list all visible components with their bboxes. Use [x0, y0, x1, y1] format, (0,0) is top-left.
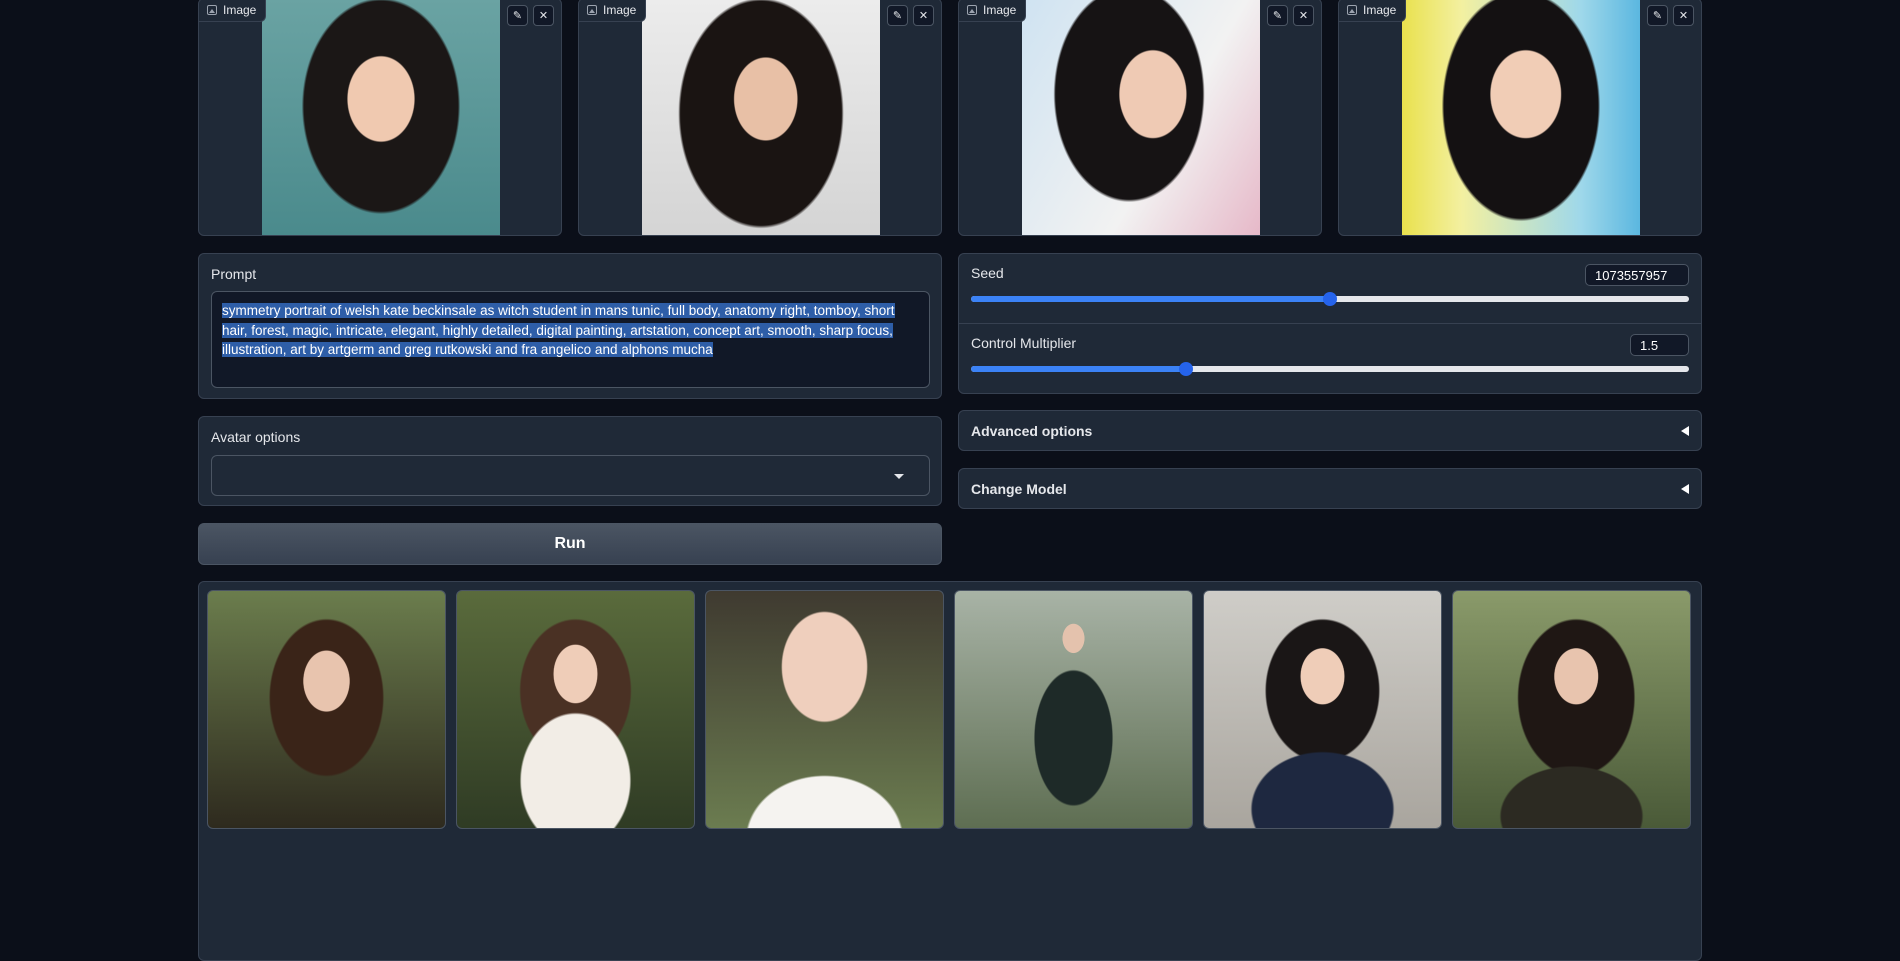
edit-button[interactable]: ✎: [887, 5, 908, 26]
pencil-icon: ✎: [892, 10, 903, 22]
input-photo: [1022, 0, 1260, 235]
change-model-label: Change Model: [971, 480, 1067, 497]
image-icon: [1347, 5, 1357, 15]
close-icon: ✕: [918, 10, 929, 22]
gallery-image-2[interactable]: [456, 590, 695, 829]
edit-button[interactable]: ✎: [1267, 5, 1288, 26]
edit-button[interactable]: ✎: [1647, 5, 1668, 26]
caret-left-icon: [1681, 426, 1689, 436]
control-multiplier-slider-thumb[interactable]: [1179, 362, 1194, 376]
prompt-label: Prompt: [211, 266, 257, 282]
image-tag: Image: [579, 0, 647, 22]
gallery-image-3[interactable]: [705, 590, 944, 829]
image-tag: Image: [1339, 0, 1407, 22]
input-photo: [642, 0, 880, 235]
clear-button[interactable]: ✕: [1293, 5, 1314, 26]
input-image-4[interactable]: Image ✎ ✕: [1338, 0, 1702, 236]
pencil-icon: ✎: [1652, 10, 1663, 22]
seed-slider[interactable]: [971, 292, 1689, 306]
close-icon: ✕: [1298, 10, 1309, 22]
run-button[interactable]: Run: [198, 523, 942, 565]
prompt-panel: Prompt symmetry portrait of welsh kate b…: [198, 253, 942, 399]
seed-slider-fill: [971, 296, 1330, 302]
input-image-2[interactable]: Image ✎ ✕: [578, 0, 942, 236]
image-icon: [587, 5, 597, 15]
pencil-icon: ✎: [1272, 10, 1283, 22]
prompt-text: symmetry portrait of welsh kate beckinsa…: [222, 303, 895, 357]
image-icon: [207, 5, 217, 15]
control-multiplier-input[interactable]: 1.5: [1630, 334, 1689, 356]
sliders-panel: Seed 1073557957 Control Multiplier 1.5: [958, 253, 1702, 394]
gallery-image-6[interactable]: [1452, 590, 1691, 829]
close-icon: ✕: [1678, 10, 1689, 22]
image-tag: Image: [199, 0, 267, 22]
close-icon: ✕: [538, 10, 549, 22]
gallery-image-5[interactable]: [1203, 590, 1442, 829]
image-tag: Image: [959, 0, 1027, 22]
divider: [959, 323, 1701, 324]
seed-input[interactable]: 1073557957: [1585, 264, 1689, 286]
advanced-options-label: Advanced options: [971, 422, 1093, 439]
input-image-1[interactable]: Image ✎ ✕: [198, 0, 562, 236]
change-model-accordion[interactable]: Change Model: [958, 468, 1702, 509]
caret-left-icon: [1681, 484, 1689, 494]
avatar-options-label: Avatar options: [211, 429, 301, 445]
control-multiplier-slider[interactable]: [971, 362, 1689, 376]
seed-slider-thumb[interactable]: [1323, 292, 1337, 306]
clear-button[interactable]: ✕: [533, 5, 554, 26]
gallery-image-4[interactable]: [954, 590, 1193, 829]
clear-button[interactable]: ✕: [1673, 5, 1694, 26]
clear-button[interactable]: ✕: [913, 5, 934, 26]
input-photo: [262, 0, 500, 235]
prompt-input[interactable]: symmetry portrait of welsh kate beckinsa…: [211, 291, 930, 388]
avatar-options-dropdown[interactable]: [211, 455, 930, 496]
advanced-options-accordion[interactable]: Advanced options: [958, 410, 1702, 451]
chevron-down-icon: [894, 474, 904, 479]
image-icon: [967, 5, 977, 15]
pencil-icon: ✎: [512, 10, 523, 22]
input-image-3[interactable]: Image ✎ ✕: [958, 0, 1322, 236]
control-multiplier-slider-fill: [971, 366, 1187, 372]
gallery-image-1[interactable]: [207, 590, 446, 829]
avatar-options-panel: Avatar options: [198, 416, 942, 506]
input-photo: [1402, 0, 1640, 235]
seed-label: Seed: [971, 265, 1004, 281]
edit-button[interactable]: ✎: [507, 5, 528, 26]
control-multiplier-label: Control Multiplier: [971, 335, 1077, 351]
